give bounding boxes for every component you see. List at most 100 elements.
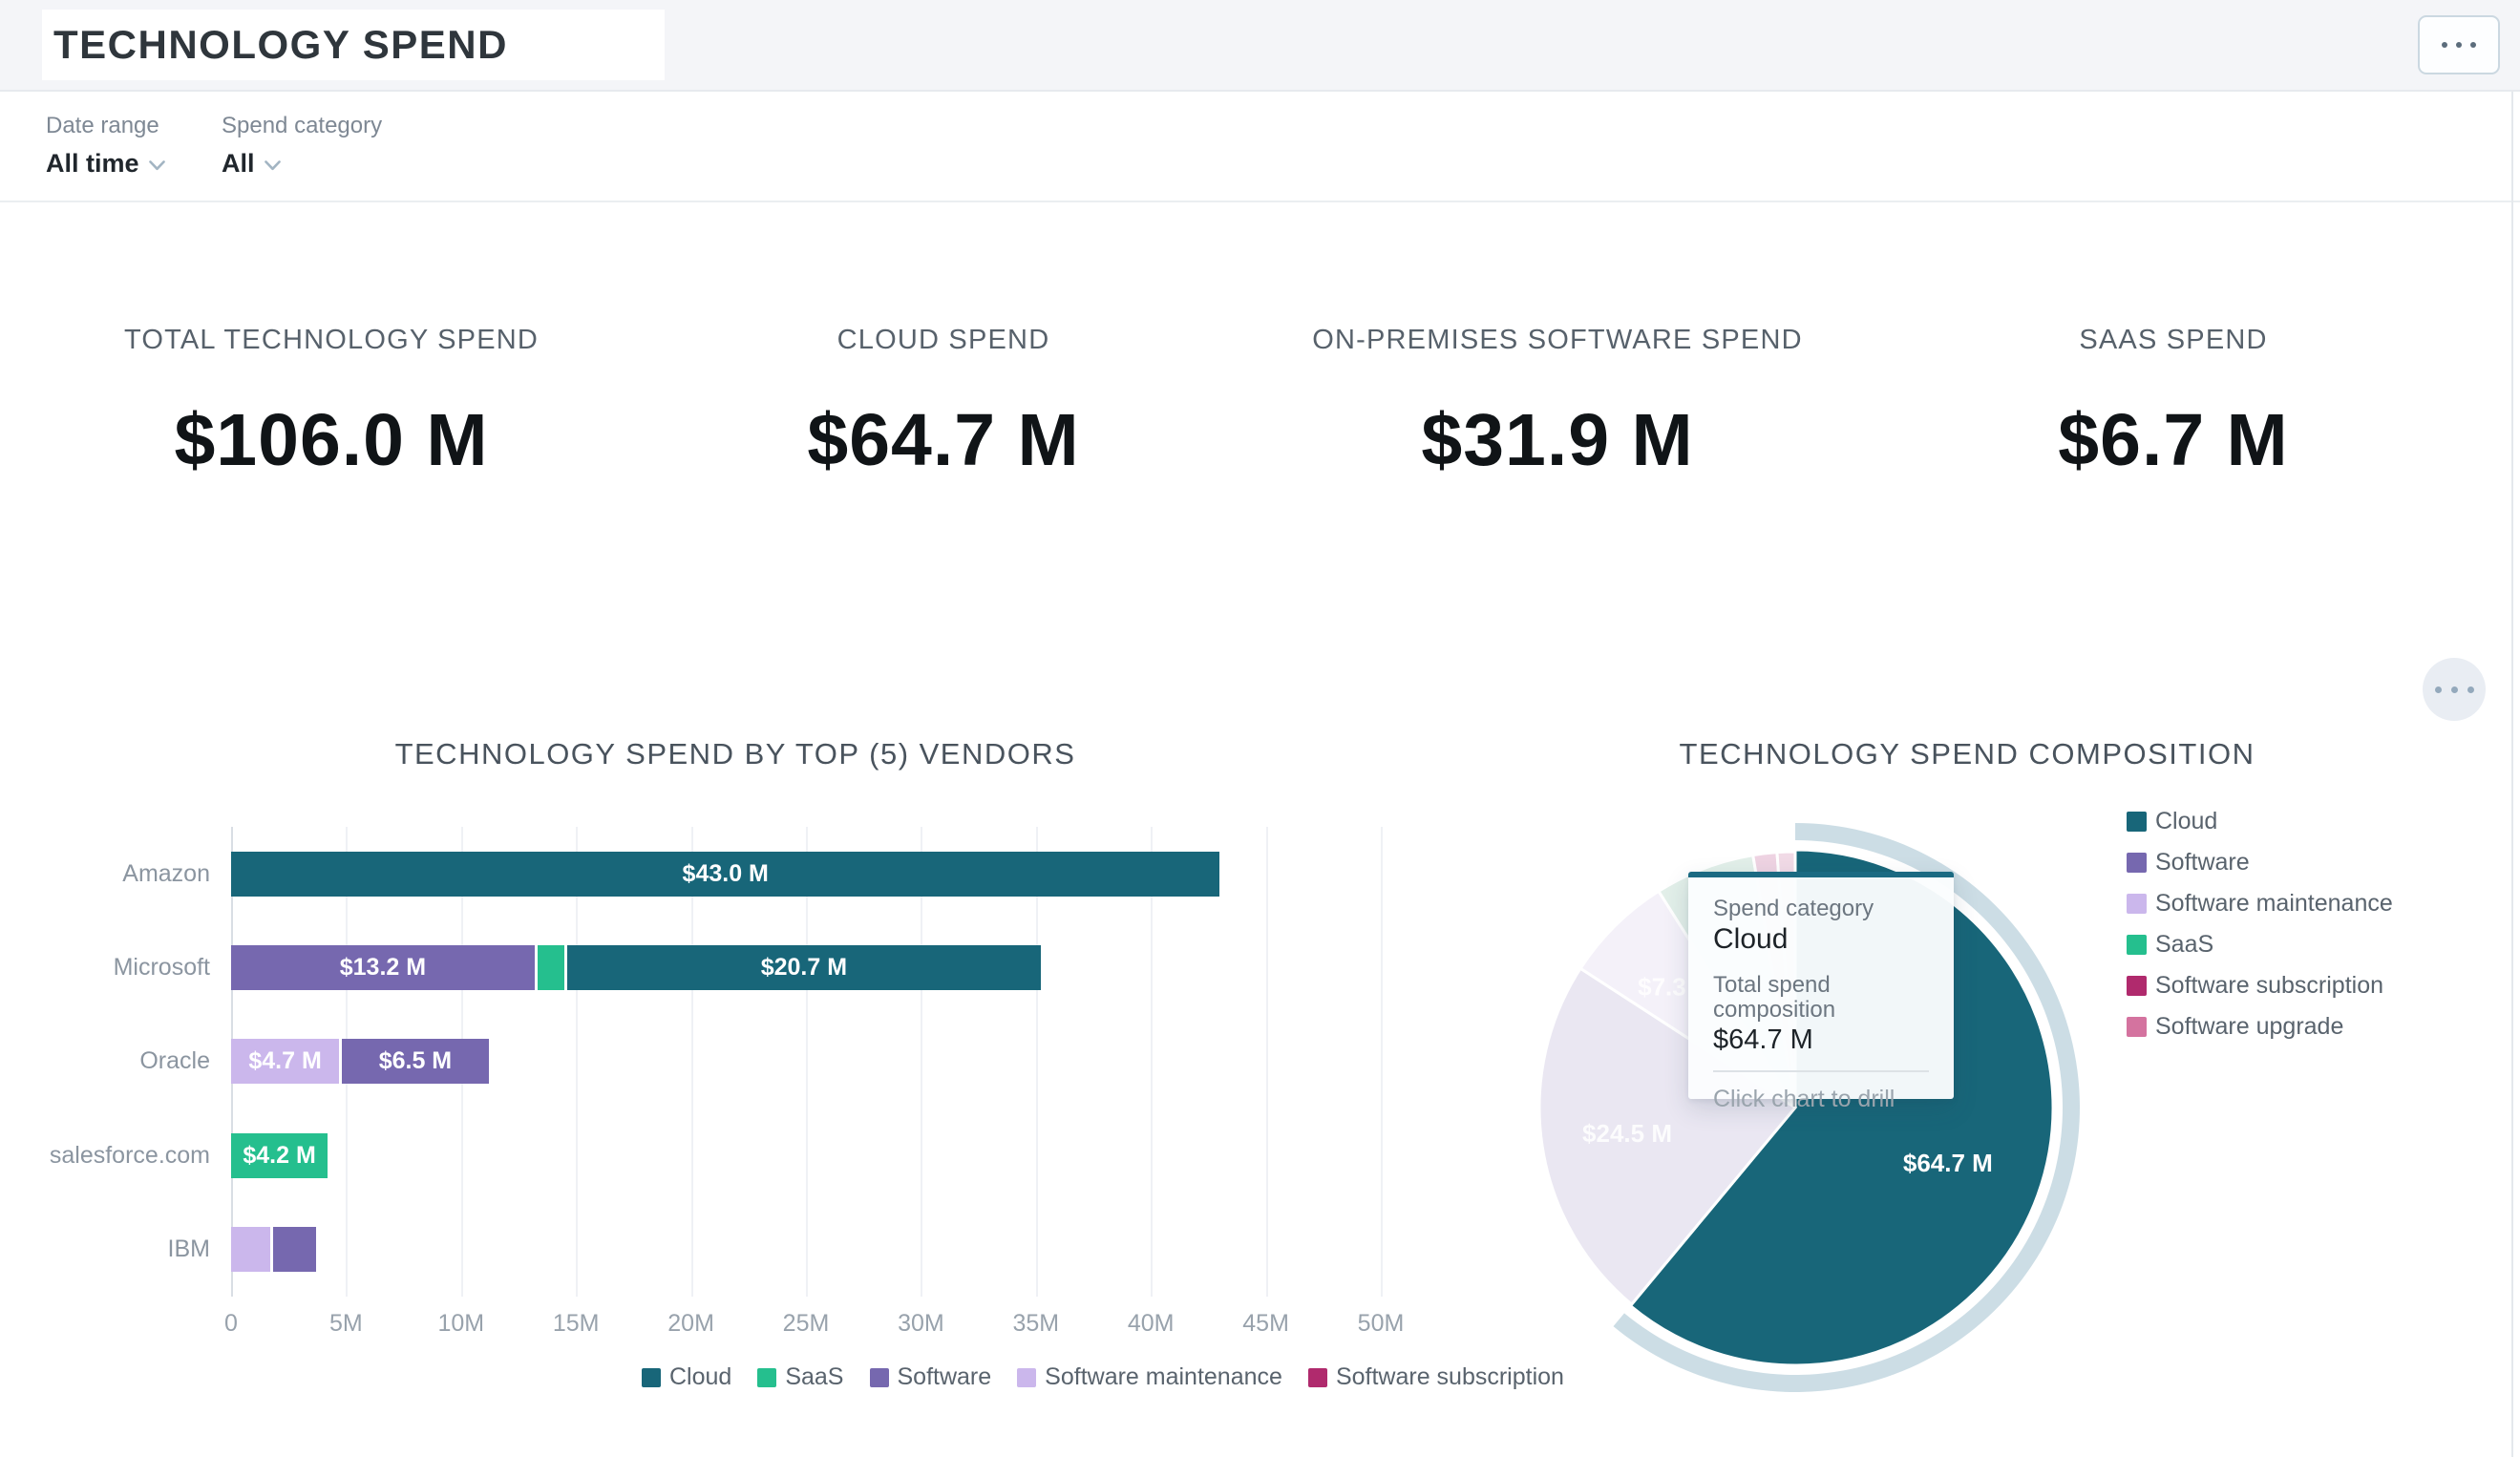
spend-category-dropdown[interactable]: All (222, 149, 382, 179)
gridline (576, 827, 578, 1297)
bar-segment-saas[interactable] (535, 945, 564, 990)
legend-label: Software upgrade (2155, 1013, 2343, 1041)
pie-slice-label: $64.7 M (1903, 1149, 1993, 1177)
legend-item-software-maintenance[interactable]: Software maintenance (1017, 1363, 1282, 1391)
kpi-label: ON-PREMISES SOFTWARE SPEND (1233, 325, 1882, 356)
legend-item-cloud[interactable]: Cloud (2127, 808, 2217, 835)
x-axis-tick: 30M (878, 1310, 964, 1338)
kpi-card: TOTAL TECHNOLOGY SPEND$106.0 M (7, 325, 656, 480)
kpi-card: SAAS SPEND$6.7 M (1849, 325, 2498, 480)
chevron-down-icon (265, 160, 281, 171)
filter-spend-category: Spend category All (222, 113, 382, 179)
legend-label: SaaS (2155, 931, 2213, 959)
legend-swatch (2127, 1017, 2147, 1037)
filter-label: Date range (46, 113, 165, 139)
legend-swatch (2127, 894, 2147, 914)
legend-swatch (757, 1368, 776, 1387)
chevron-down-icon (149, 160, 165, 171)
tooltip-drill-hint: Click chart to drill (1713, 1086, 1929, 1112)
bar-segment-software[interactable] (270, 1227, 316, 1272)
category-label: salesforce.com (0, 1141, 210, 1170)
pie-chart-legend: Cloud Software Software maintenance SaaS Sof… (2127, 808, 2393, 1041)
legend-item-saas[interactable]: SaaS (757, 1363, 843, 1391)
bar-segment-software[interactable]: $13.2 M (231, 945, 535, 990)
x-axis-tick: 35M (993, 1310, 1079, 1338)
kpi-value: $31.9 M (1233, 400, 1882, 480)
legend-item-cloud[interactable]: Cloud (642, 1363, 731, 1391)
tooltip-field-value: Cloud (1713, 923, 1929, 956)
legend-label: Software (2155, 849, 2250, 876)
category-label: Amazon (0, 859, 210, 888)
legend-label: Software (898, 1363, 992, 1391)
date-range-value: All time (46, 149, 139, 179)
bar-segment-saas[interactable]: $4.2 M (231, 1133, 328, 1178)
category-label: Microsoft (0, 953, 210, 982)
date-range-dropdown[interactable]: All time (46, 149, 165, 179)
kpi-value: $106.0 M (7, 400, 656, 480)
bar-chart-legend: CloudSaaSSoftwareSoftware maintenanceSof… (642, 1363, 1564, 1391)
bar-chart-title: TECHNOLOGY SPEND BY TOP (5) VENDORS (57, 737, 1413, 771)
x-axis-tick: 40M (1108, 1310, 1194, 1338)
pie-slice-label: $24.5 M (1582, 1119, 1672, 1148)
gridline (1151, 827, 1153, 1297)
tooltip-metric-label: Total spend composition (1713, 973, 1929, 1023)
legend-label: Cloud (669, 1363, 731, 1391)
bar-value-label: $43.0 M (683, 860, 769, 888)
kpi-card: CLOUD SPEND $64.7 M (619, 325, 1268, 480)
filter-bar: Date range All time Spend category All (0, 92, 2520, 202)
header: TECHNOLOGY SPEND (0, 0, 2520, 92)
legend-label: Software maintenance (2155, 890, 2393, 918)
technology-spend-dashboard: TECHNOLOGY SPEND Date range All time Spe… (0, 0, 2520, 1457)
bar-value-label: $4.7 M (248, 1047, 321, 1075)
x-axis-tick: 25M (763, 1310, 849, 1338)
legend-item-software-subscription[interactable]: Software subscription (2127, 972, 2383, 1000)
x-axis-tick: 15M (533, 1310, 619, 1338)
bar-segment-software-maintenance[interactable] (231, 1227, 270, 1272)
kpi-label: CLOUD SPEND (619, 325, 1268, 356)
legend-swatch (2127, 853, 2147, 873)
header-more-button[interactable] (2418, 15, 2500, 74)
legend-swatch (2127, 976, 2147, 996)
spend-category-value: All (222, 149, 255, 179)
kpi-label: SAAS SPEND (1849, 325, 2498, 356)
bar-segment-cloud[interactable]: $43.0 M (231, 852, 1219, 897)
filter-label: Spend category (222, 113, 382, 139)
legend-swatch (1017, 1368, 1036, 1387)
legend-item-software[interactable]: Software (2127, 849, 2250, 876)
legend-swatch (870, 1368, 889, 1387)
x-axis-tick: 0 (188, 1310, 274, 1338)
ellipsis-icon (2442, 42, 2476, 48)
gridline (1266, 827, 1268, 1297)
tooltip-field-label: Spend category (1713, 897, 1929, 921)
page-title[interactable]: TECHNOLOGY SPEND (42, 10, 665, 80)
legend-item-saas[interactable]: SaaS (2127, 931, 2213, 959)
kpi-card: ON-PREMISES SOFTWARE SPEND $31.9 M (1233, 325, 1882, 480)
gridline (921, 827, 922, 1297)
gridline (806, 827, 808, 1297)
bar-segment-software[interactable]: $6.5 M (339, 1039, 489, 1084)
bar-value-label: $20.7 M (761, 954, 847, 982)
bar-segment-software-maintenance[interactable]: $4.7 M (231, 1039, 339, 1084)
category-label: Oracle (0, 1046, 210, 1075)
bar-segment-cloud[interactable]: $20.7 M (564, 945, 1040, 990)
x-axis-tick: 10M (418, 1310, 504, 1338)
legend-label: Cloud (2155, 808, 2217, 835)
x-axis-tick: 20M (648, 1310, 734, 1338)
ellipsis-icon (2435, 686, 2474, 693)
gridline (691, 827, 693, 1297)
filter-date-range: Date range All time (46, 113, 165, 179)
kpi-value: $64.7 M (619, 400, 1268, 480)
pie-chart-title: TECHNOLOGY SPEND COMPOSITION (1490, 737, 2445, 771)
category-label: IBM (0, 1235, 210, 1263)
legend-label: Software maintenance (1045, 1363, 1282, 1391)
legend-item-software[interactable]: Software (870, 1363, 992, 1391)
floating-more-button[interactable] (2423, 658, 2486, 721)
legend-swatch (1308, 1368, 1327, 1387)
gridline (1036, 827, 1038, 1297)
legend-item-software-maintenance[interactable]: Software maintenance (2127, 890, 2393, 918)
legend-swatch (2127, 812, 2147, 832)
legend-label: Software subscription (2155, 972, 2383, 1000)
legend-item-software-upgrade[interactable]: Software upgrade (2127, 1013, 2343, 1041)
scrollbar-track[interactable] (2511, 92, 2513, 1457)
legend-label: SaaS (785, 1363, 843, 1391)
